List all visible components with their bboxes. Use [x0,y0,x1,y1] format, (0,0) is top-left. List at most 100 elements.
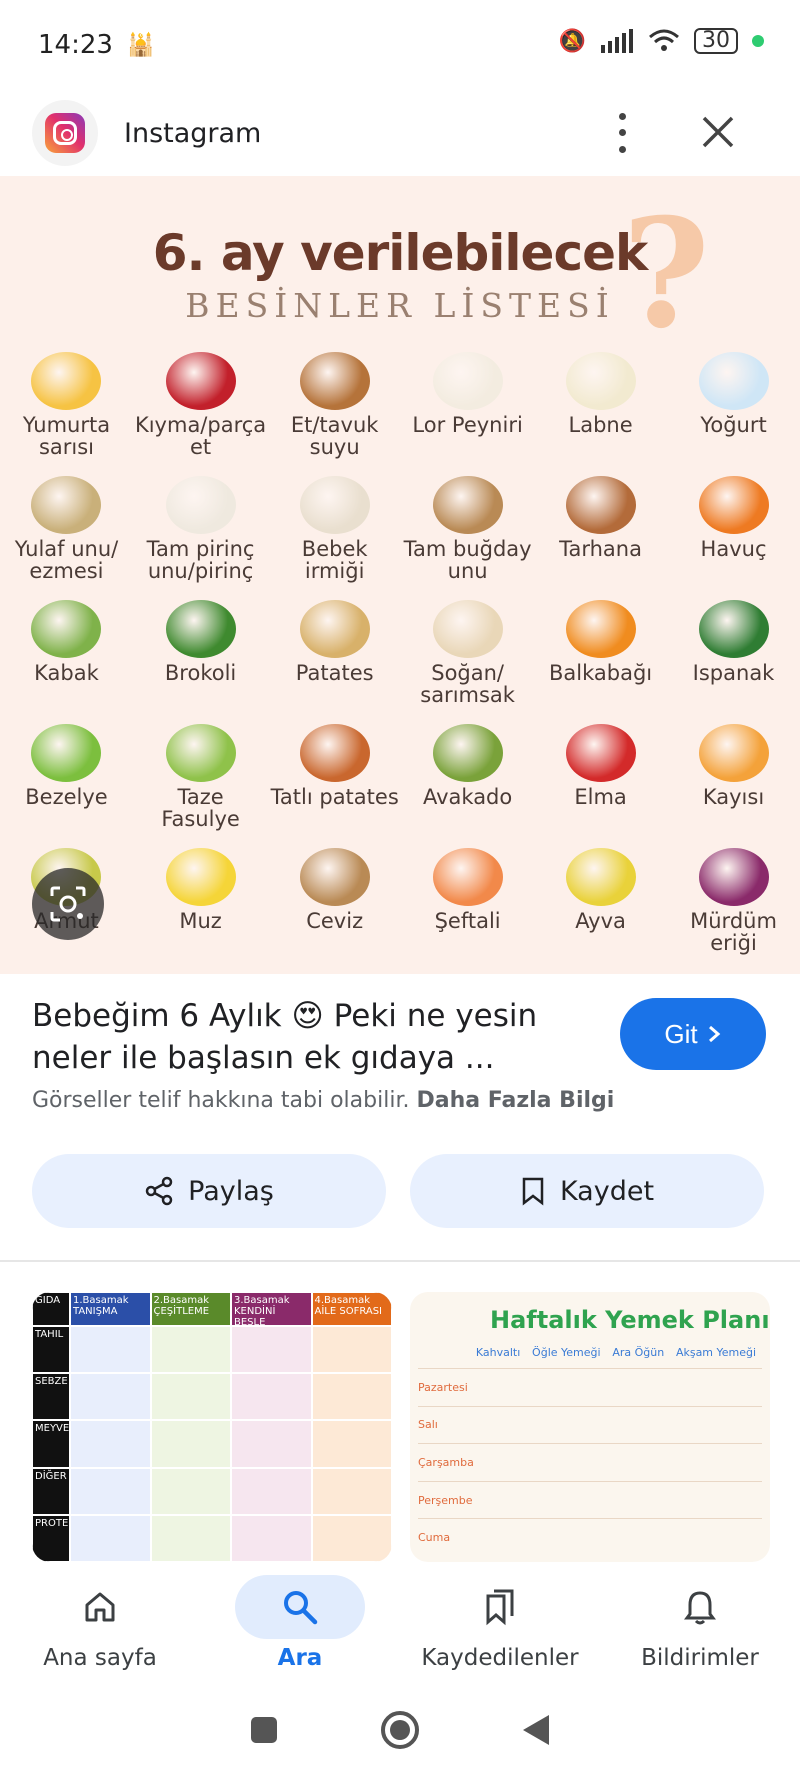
food-label: Yumurta sarısı [22,413,111,459]
result-title[interactable]: Bebeğim 6 Aylık 😍 Peki ne yesin neler il… [32,995,592,1079]
food-illustration [698,724,769,782]
food-illustration [565,600,636,658]
go-button[interactable]: Git [620,998,766,1070]
food-item: Havuç [667,470,800,594]
copyright-notice: Görseller telif hakkına tabi olabilir. D… [32,1088,614,1113]
bookmark-icon [522,1177,544,1206]
mosque-icon: 🕌 [126,32,155,58]
food-illustration [165,848,236,906]
food-label: Şeftali [434,909,501,933]
nav-home-label: Ana sayfa [43,1645,157,1671]
back-icon[interactable] [521,1713,551,1747]
stage-header: 2.Basamak ÇEŞİTLEME [150,1292,231,1326]
privacy-dot-icon [752,35,764,47]
food-item: Taze Fasulye [133,718,268,842]
meal-day-row: Perşembe [418,1480,762,1519]
table-cell [311,1326,392,1374]
food-illustration [299,848,370,906]
result-image[interactable]: ? 6. ay verilebilecek BESİNLER LİSTESİ Y… [0,176,800,974]
food-item: Kabak [0,594,133,718]
nav-saved[interactable]: Kaydedilenler [400,1565,600,1683]
food-item: Tam buğday unu [401,470,534,594]
table-cell [70,1373,151,1421]
food-illustration [698,848,769,906]
food-illustration [31,352,102,410]
more-options-icon[interactable] [612,108,632,158]
food-illustration [432,352,503,410]
lens-search-button[interactable] [32,868,104,940]
food-label: Bebek irmiği [301,537,368,583]
food-illustration [165,600,236,658]
food-illustration [565,352,636,410]
food-label: Tam pirinç unu/pirinç [146,537,255,583]
food-label: Ispanak [692,661,775,685]
search-icon [284,1591,318,1625]
food-illustration [432,848,503,906]
close-icon[interactable] [696,110,740,154]
meal-plan-title: Haftalık Yemek Planı [490,1306,770,1334]
food-illustration [299,352,370,410]
meal-column-header: Öğle Yemeği [532,1346,601,1359]
nav-search[interactable]: Ara [200,1565,400,1683]
bottom-navigation: Ana sayfa Ara Kaydedilenler Bildirimler [0,1565,800,1683]
save-button[interactable]: Kaydet [410,1154,764,1228]
food-illustration [299,724,370,782]
food-item: Kayısı [667,718,800,842]
food-item: Mürdüm eriği [667,842,800,966]
status-time: 14:23 [38,30,113,60]
food-item: Ispanak [667,594,800,718]
lens-icon [50,886,86,922]
food-item: Yulaf unu/ ezmesi [0,470,133,594]
related-image-right[interactable]: Haftalık Yemek Planı Kahvaltı Öğle Yemeği… [410,1292,770,1562]
food-item: Patates [268,594,401,718]
food-label: Tarhana [559,537,642,561]
table-cell [311,1420,392,1468]
table-cell [231,1467,312,1515]
nav-notifications[interactable]: Bildirimler [600,1565,800,1683]
food-label: Et/tavuk suyu [290,413,379,459]
stage-header: 1.Basamak TANIŞMA [70,1292,151,1326]
table-cell [311,1514,392,1562]
food-item: Ceviz [268,842,401,966]
food-item: Bezelye [0,718,133,842]
saved-icon [486,1589,514,1626]
home-button-icon[interactable] [379,1709,421,1751]
food-label: Ayva [575,909,626,933]
table-cell [70,1467,151,1515]
food-item: Tarhana [534,470,667,594]
food-illustration [565,476,636,534]
stage-header: 4.Basamak AİLE SOFRASI [311,1292,392,1326]
share-button[interactable]: Paylaş [32,1154,386,1228]
food-item: Lor Peyniri [401,346,534,470]
food-label: Taze Fasulye [161,785,240,831]
image-title: 6. ay verilebilecek [152,224,649,282]
related-image-left[interactable]: GIDA 1.Basamak TANIŞMA 2.Basamak ÇEŞİTLEME… [32,1292,392,1562]
food-label: Ceviz [306,909,364,933]
food-label: Kayısı [702,785,765,809]
save-label: Kaydet [559,1175,655,1207]
nav-home[interactable]: Ana sayfa [0,1565,200,1683]
chevron-right-icon [708,1025,720,1043]
food-item: Avakado [401,718,534,842]
recents-icon[interactable] [249,1715,279,1745]
food-item: Yoğurt [667,346,800,470]
table-header-cell: GIDA [32,1292,70,1326]
meal-column-header: Ara Öğün [612,1346,665,1359]
mute-icon: 🔕 [558,28,586,54]
row-header: SEBZE [32,1373,70,1421]
food-item: Muz [133,842,268,966]
food-label: Labne [568,413,633,437]
nav-saved-label: Kaydedilenler [421,1645,579,1671]
meal-column-header: Akşam Yemeği [675,1346,757,1359]
food-item: Balkabağı [534,594,667,718]
table-cell [231,1514,312,1562]
more-info-link[interactable]: Daha Fazla Bilgi [416,1088,614,1113]
food-illustration [698,600,769,658]
food-item: Elma [534,718,667,842]
food-item: Ayva [534,842,667,966]
food-item: Labne [534,346,667,470]
food-item: Şeftali [401,842,534,966]
go-button-label: Git [664,1018,698,1049]
wifi-icon [649,29,679,51]
system-navigation [0,1683,800,1777]
